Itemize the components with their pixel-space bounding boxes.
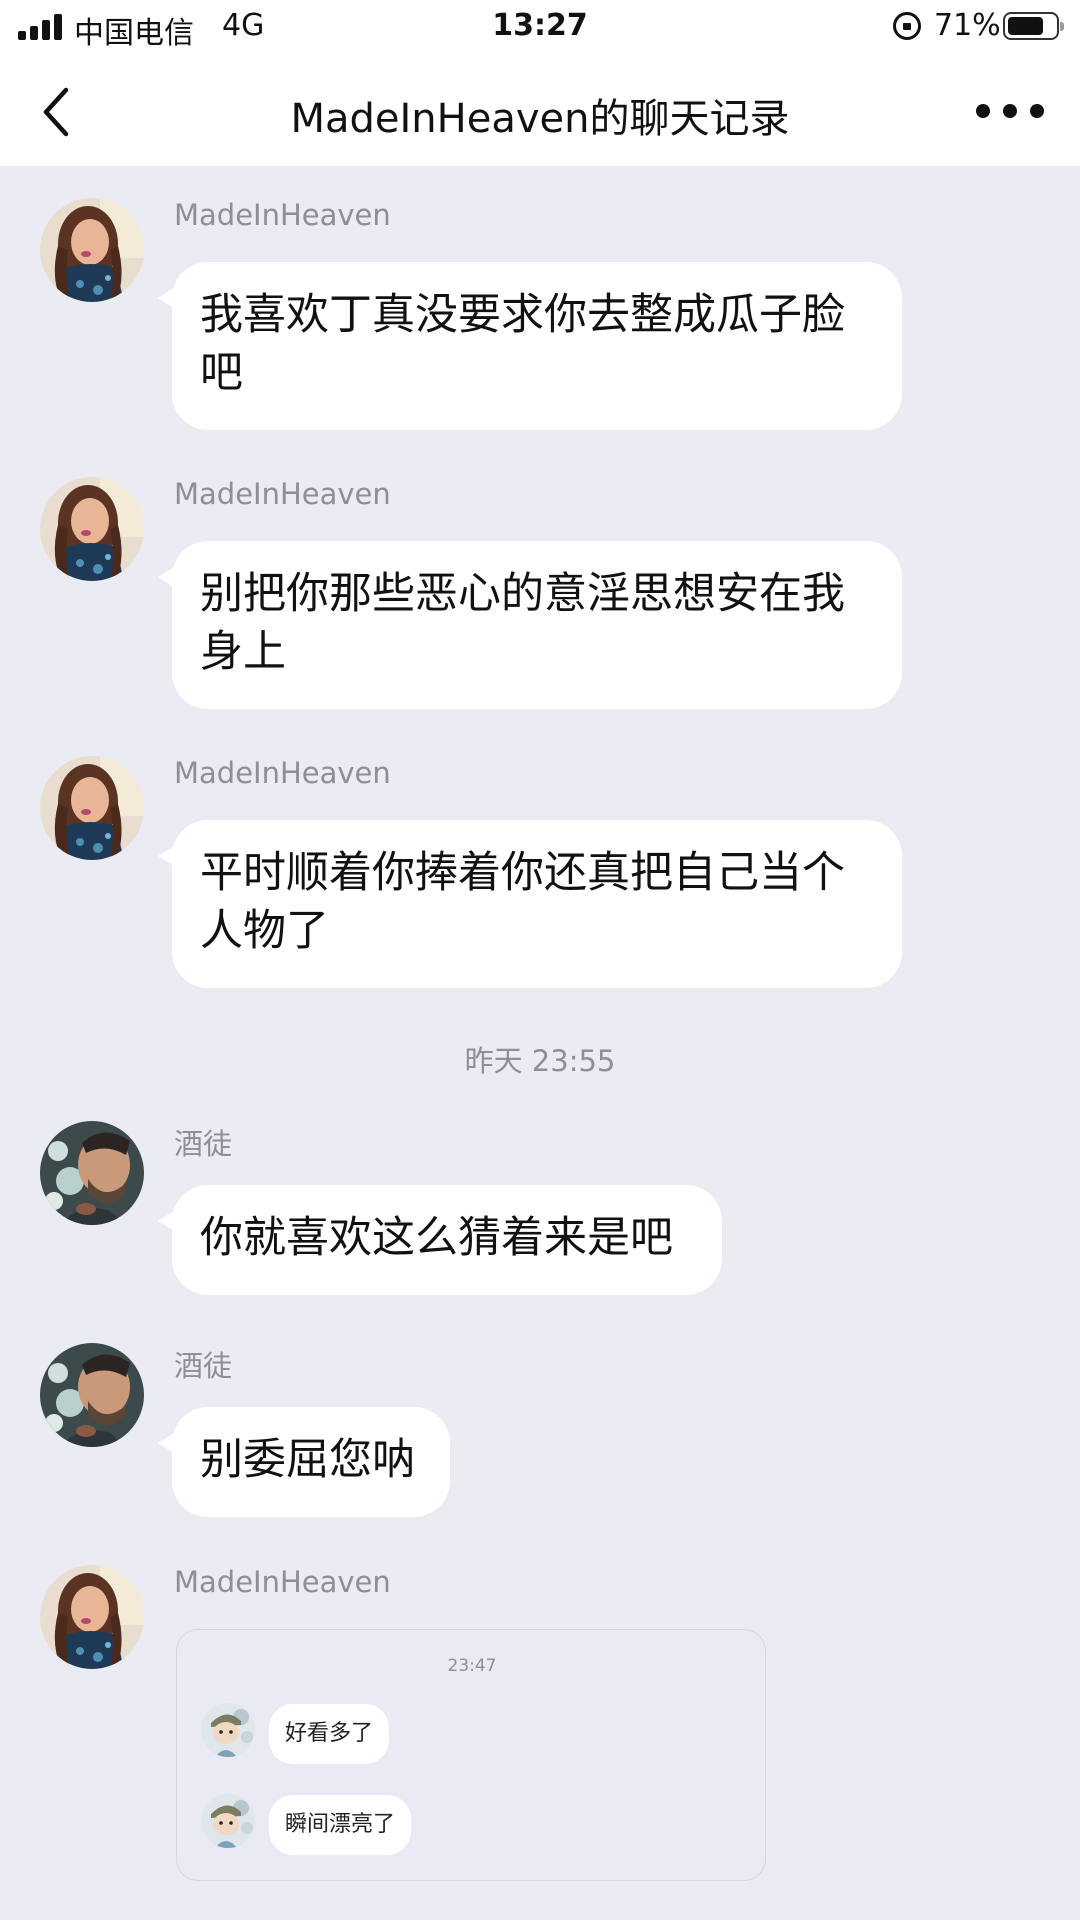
status-bar: 中国电信 4G 13:27 71%: [0, 0, 1080, 56]
message-bubble[interactable]: 平时顺着你捧着你还真把自己当个人物了: [158, 820, 902, 988]
avatar[interactable]: [40, 1565, 144, 1669]
avatar: [201, 1794, 255, 1848]
avatar[interactable]: [40, 756, 144, 860]
embedded-timestamp: 23:47: [447, 1656, 497, 1676]
nav-bar: MadeInHeaven的聊天记录: [0, 56, 1080, 166]
avatar[interactable]: [40, 477, 144, 581]
more-icon[interactable]: [975, 96, 1045, 126]
message-bubble[interactable]: 别委屈您呐: [158, 1407, 450, 1517]
avatar[interactable]: [40, 198, 144, 302]
sender-name: MadeInHeaven: [174, 477, 391, 511]
avatar: [201, 1703, 255, 1757]
sender-name: MadeInHeaven: [174, 198, 391, 232]
battery-icon: [1003, 12, 1064, 40]
back-button[interactable]: [38, 84, 88, 140]
top-bar: 中国电信 4G 13:27 71% MadeInHeaven的聊天记录: [0, 0, 1080, 166]
message-bubble[interactable]: 我喜欢丁真没要求你去整成瓜子脸吧: [158, 262, 902, 430]
avatar[interactable]: [40, 1343, 144, 1447]
avatar[interactable]: [40, 1121, 144, 1225]
sender-name: 酒徒: [174, 1127, 233, 1161]
embedded-message: 瞬间漂亮了: [269, 1795, 412, 1855]
message-bubble[interactable]: 别把你那些恶心的意淫思想安在我身上: [158, 541, 902, 709]
sender-name: MadeInHeaven: [174, 1565, 391, 1599]
battery-percent: 71%: [934, 8, 1001, 43]
image-message[interactable]: 23:47 好看多了 瞬间漂亮了: [176, 1629, 766, 1881]
sender-name: MadeInHeaven: [174, 756, 391, 790]
rotation-lock-icon: [893, 12, 921, 40]
page-title: MadeInHeaven的聊天记录: [290, 96, 790, 142]
sender-name: 酒徒: [174, 1349, 233, 1383]
timestamp: 昨天 23:55: [464, 1044, 616, 1078]
embedded-message: 好看多了: [269, 1704, 390, 1764]
message-bubble[interactable]: 你就喜欢这么猜着来是吧: [158, 1185, 722, 1295]
